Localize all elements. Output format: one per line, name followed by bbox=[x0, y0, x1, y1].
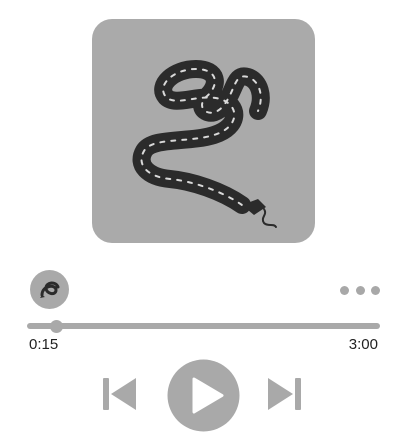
more-dot bbox=[340, 285, 349, 295]
snake-illustration bbox=[132, 60, 277, 228]
skip-next-icon bbox=[268, 378, 301, 410]
total-time: 3:00 bbox=[348, 336, 378, 353]
more-dot bbox=[371, 285, 380, 295]
more-options-button[interactable] bbox=[340, 282, 380, 298]
next-button[interactable] bbox=[266, 376, 304, 412]
snake-avatar-icon bbox=[32, 272, 67, 307]
skip-previous-icon bbox=[103, 378, 136, 410]
play-button[interactable] bbox=[167, 359, 240, 432]
artist-avatar[interactable] bbox=[30, 270, 69, 309]
progress-thumb[interactable] bbox=[50, 320, 64, 333]
play-icon bbox=[167, 359, 240, 432]
current-time: 0:15 bbox=[29, 336, 59, 353]
more-dot bbox=[355, 285, 365, 295]
previous-button[interactable] bbox=[100, 376, 138, 412]
progress-track[interactable] bbox=[27, 323, 380, 329]
album-artwork bbox=[92, 19, 315, 243]
